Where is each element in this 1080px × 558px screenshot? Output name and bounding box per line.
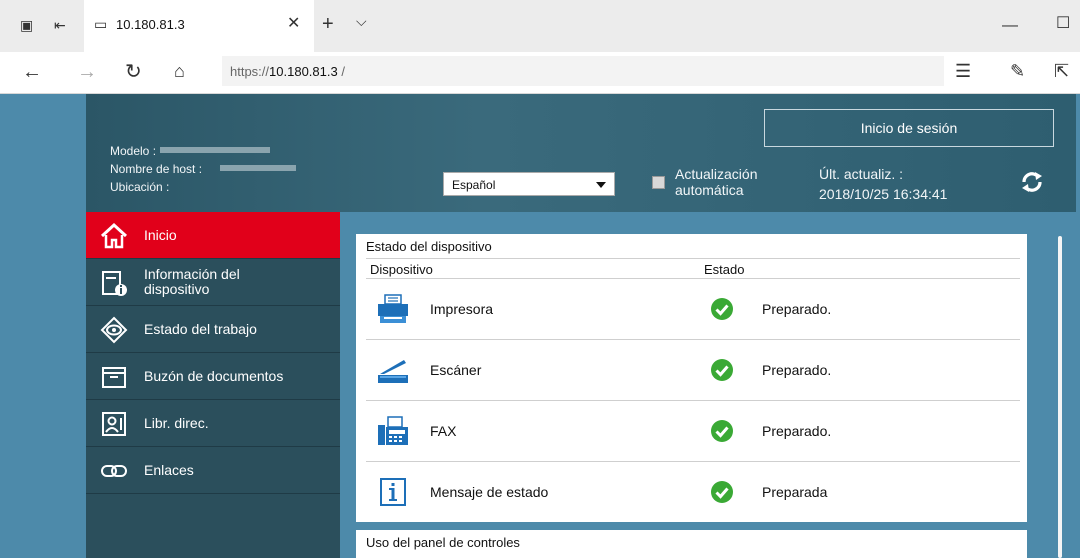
address-book-icon <box>102 412 126 436</box>
sidebar-item-job-status[interactable]: Estado del trabajo <box>86 306 340 353</box>
auto-update-checkbox[interactable] <box>652 176 665 189</box>
sidebar-item-address-book[interactable]: Libr. direc. <box>86 400 340 447</box>
favorites-hub-icon[interactable]: ☰ <box>955 62 971 80</box>
check-ok-icon <box>711 420 733 442</box>
table-row: Escáner Preparado. <box>366 340 1020 400</box>
device-header: Modelo : Nombre de host : Ubicación : Es… <box>86 94 1076 212</box>
sidebar-item-label: Estado del trabajo <box>144 321 257 337</box>
scrollbar[interactable] <box>1058 236 1062 558</box>
host-redacted <box>220 165 296 171</box>
home-icon <box>100 222 128 249</box>
url-suffix: / <box>337 64 345 79</box>
table-row: Impresora Preparado. <box>366 279 1020 339</box>
last-update-label: Últ. actualiz. : <box>819 166 904 182</box>
last-update-value: 2018/10/25 16:34:41 <box>819 186 948 202</box>
sidebar-menu: Inicio Información del dispositivo Estad… <box>86 212 340 558</box>
set-aside-tabs-icon[interactable]: ⇤ <box>54 18 66 32</box>
browser-tab-bar: ▣ ⇤ ▭ ✕ 10.180.81.3 + ⌵ — ☐ <box>0 0 1080 52</box>
label-line1: Información del <box>144 266 240 282</box>
panel-title: Uso del panel de controles <box>366 535 520 550</box>
tab-actions-icon[interactable]: ▣ <box>20 18 33 32</box>
url-host: 10.180.81.3 <box>269 64 338 79</box>
device-state: Preparado. <box>762 301 832 317</box>
url-field[interactable]: https://10.180.81.3 / <box>230 64 345 79</box>
new-tab-icon[interactable]: + <box>322 14 334 34</box>
auto-update-label: Actualización automática <box>675 166 758 198</box>
auto-update-line1: Actualización <box>675 166 758 182</box>
column-header-state: Estado <box>704 262 745 277</box>
host-label: Nombre de host : <box>110 162 203 176</box>
folder-icon <box>102 367 126 388</box>
maximize-icon[interactable]: ☐ <box>1056 16 1070 32</box>
sidebar-item-label: Libr. direc. <box>144 415 209 431</box>
printer-icon <box>378 294 408 323</box>
control-panel-usage-panel: Uso del panel de controles <box>356 530 1027 558</box>
refresh-icon[interactable] <box>1018 168 1046 196</box>
sidebar-item-label: Información del dispositivo <box>144 267 240 297</box>
divider <box>366 258 1020 259</box>
tab-title: 10.180.81.3 <box>116 17 185 32</box>
dropdown-caret-icon <box>596 182 606 188</box>
model-redacted <box>160 147 270 153</box>
panel-title: Estado del dispositivo <box>366 239 492 254</box>
share-icon[interactable]: ⇱ <box>1054 62 1069 80</box>
tab-close-icon[interactable]: ✕ <box>287 16 300 32</box>
home-browser-icon[interactable]: ⌂ <box>174 62 185 80</box>
location-label: Ubicación : <box>110 180 170 194</box>
device-name: Mensaje de estado <box>430 484 549 500</box>
table-row: Mensaje de estado Preparada <box>366 462 1020 522</box>
model-label: Modelo : <box>110 144 157 158</box>
device-name: FAX <box>430 423 457 439</box>
scanner-icon <box>378 360 408 383</box>
sidebar-item-inicio[interactable]: Inicio <box>86 212 340 259</box>
device-state: Preparado. <box>762 423 832 439</box>
device-name: Escáner <box>430 362 482 378</box>
language-value: Español <box>452 178 496 192</box>
check-ok-icon <box>711 359 733 381</box>
device-state: Preparado. <box>762 362 832 378</box>
sidebar-item-links[interactable]: Enlaces <box>86 447 340 494</box>
device-info-icon <box>102 271 127 296</box>
refresh-browser-icon[interactable]: ↻ <box>125 62 142 82</box>
sidebar-item-label: Enlaces <box>144 462 194 478</box>
info-icon <box>380 478 406 506</box>
check-ok-icon <box>711 298 733 320</box>
device-state: Preparada <box>762 484 828 500</box>
url-prefix: https:// <box>230 64 270 79</box>
device-status-panel: Estado del dispositivo Dispositivo Estad… <box>356 234 1027 522</box>
chevron-down-icon[interactable]: ⌵ <box>356 14 367 28</box>
sidebar-item-document-box[interactable]: Buzón de documentos <box>86 353 340 400</box>
back-icon[interactable]: ← <box>22 62 42 82</box>
page-icon: ▭ <box>94 16 108 32</box>
column-header-device: Dispositivo <box>370 262 433 277</box>
check-ok-icon <box>711 481 733 503</box>
notes-pen-icon[interactable]: ✎ <box>1010 62 1025 80</box>
minimize-icon[interactable]: — <box>1002 18 1018 34</box>
table-row: FAX Preparado. <box>366 401 1020 461</box>
device-name: Impresora <box>430 301 494 317</box>
eye-icon <box>100 316 128 344</box>
label-line2: dispositivo <box>144 281 210 297</box>
sidebar-item-device-info[interactable]: Información del dispositivo <box>86 259 340 306</box>
sidebar-item-label: Inicio <box>144 227 177 243</box>
fax-icon <box>378 416 408 445</box>
main-content: Estado del dispositivo Dispositivo Estad… <box>340 212 1080 558</box>
link-icon <box>101 465 127 477</box>
language-select[interactable]: Español <box>443 172 615 196</box>
web-page: Modelo : Nombre de host : Ubicación : Es… <box>0 94 1080 558</box>
login-button[interactable]: Inicio de sesión <box>764 109 1054 147</box>
auto-update-line2: automática <box>675 182 744 198</box>
sidebar-item-label: Buzón de documentos <box>144 368 284 384</box>
forward-icon[interactable]: → <box>77 62 97 82</box>
